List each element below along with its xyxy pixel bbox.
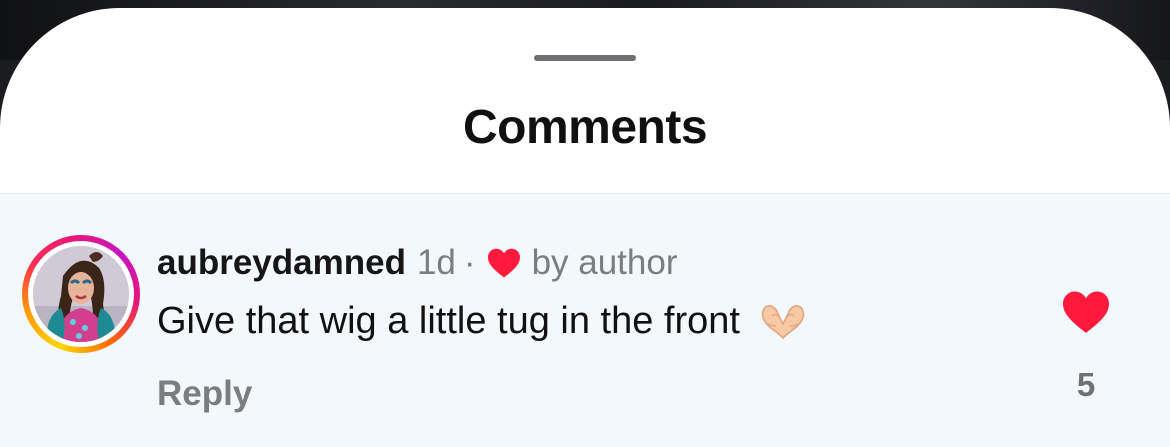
like-count[interactable]: 5 bbox=[1056, 366, 1116, 404]
story-ring[interactable] bbox=[22, 235, 140, 353]
comments-sheet: Comments aubreydamned 1d · by author Giv… bbox=[0, 8, 1170, 447]
comment-row[interactable]: aubreydamned 1d · by author Give that wi… bbox=[0, 193, 1170, 447]
comment-timestamp: 1d bbox=[416, 243, 456, 282]
comment-body: Give that wig a little tug in the front bbox=[157, 300, 810, 343]
avatar[interactable] bbox=[33, 246, 129, 342]
avatar-border bbox=[28, 241, 134, 347]
sheet-title: Comments bbox=[462, 101, 708, 154]
red-heart-icon bbox=[486, 247, 522, 279]
comment-text: Give that wig a little tug in the front bbox=[157, 300, 740, 342]
liked-by-author-label: by author bbox=[531, 243, 678, 282]
red-heart-icon bbox=[1063, 291, 1109, 333]
meta-separator: · bbox=[463, 243, 476, 282]
sheet-grabber-handle[interactable] bbox=[534, 55, 636, 61]
heart-hands-icon bbox=[756, 302, 810, 342]
like-button[interactable] bbox=[1060, 289, 1112, 335]
comment-username[interactable]: aubreydamned bbox=[157, 243, 406, 283]
avatar-image bbox=[33, 246, 129, 342]
reply-button[interactable]: Reply bbox=[157, 374, 252, 414]
comment-meta: aubreydamned 1d · by author bbox=[157, 241, 678, 285]
